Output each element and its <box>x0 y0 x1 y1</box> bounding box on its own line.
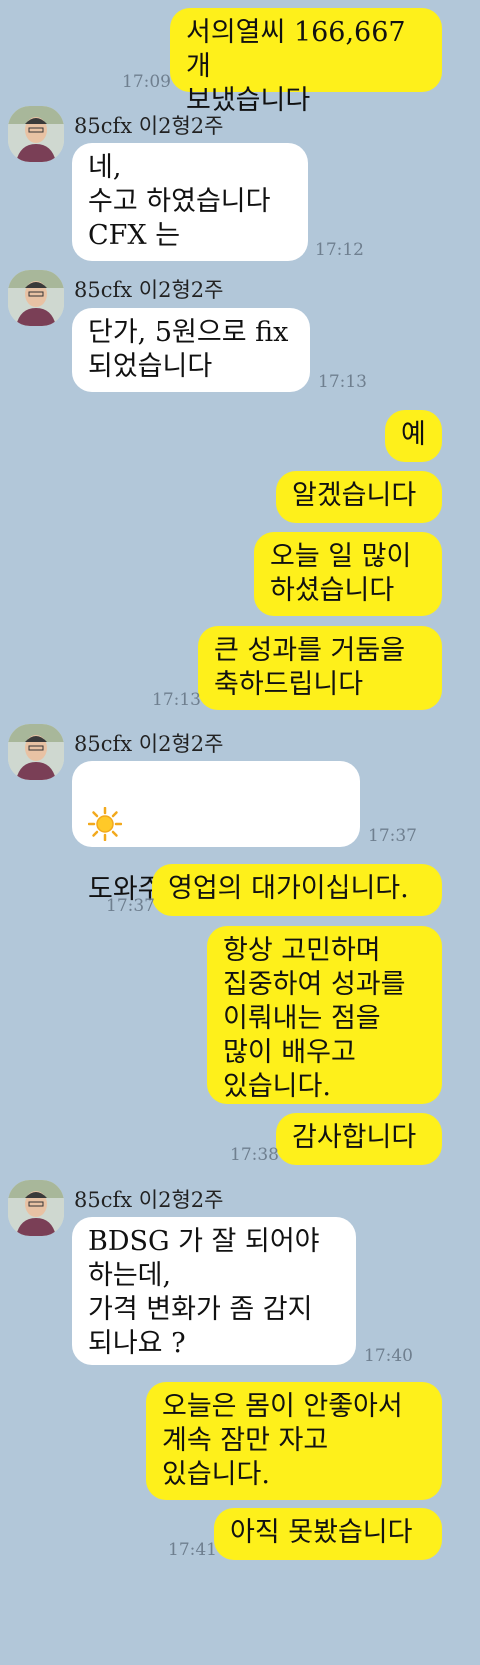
message-bubble[interactable]: 네, 수고 하였습니다 CFX 는 <box>72 143 308 261</box>
sun-icon <box>88 807 122 841</box>
message-time: 17:40 <box>364 1346 413 1366</box>
message-time: 17:12 <box>315 240 364 260</box>
message-bubble[interactable]: BDSG 가 잘 되어야 하는데, 가격 변화가 좀 감지 되나요 ? <box>72 1217 356 1365</box>
avatar[interactable] <box>8 724 64 780</box>
sender-name: 85cfx 이2형2주 <box>74 1188 224 1212</box>
message-time: 17:37 <box>106 896 155 916</box>
message-time: 17:37 <box>368 826 417 846</box>
profile-photo-icon <box>8 270 64 326</box>
message-bubble[interactable]: 감사합니다 <box>276 1113 442 1165</box>
profile-photo-icon <box>8 1180 64 1236</box>
profile-photo-icon <box>8 724 64 780</box>
message-bubble[interactable]: 예 <box>385 410 442 462</box>
message-time: 17:41 <box>168 1540 217 1560</box>
message-bubble[interactable]: 큰 성과를 거둠을 축하드립니다 <box>198 626 442 710</box>
message-time: 17:38 <box>230 1145 279 1165</box>
message-bubble[interactable]: 도와주셔 감사합니다 <box>72 761 360 905</box>
avatar[interactable] <box>8 270 64 326</box>
avatar[interactable] <box>8 1180 64 1236</box>
message-bubble[interactable]: 영업의 대가이십니다. <box>152 864 442 916</box>
sender-name: 85cfx 이2형2주 <box>74 732 224 756</box>
message-bubble[interactable]: 아직 못봤습니다 <box>214 1508 442 1560</box>
message-bubble[interactable]: 단가, 5원으로 fix 되었습니다 <box>72 308 310 392</box>
message-time: 17:09 <box>122 72 171 92</box>
avatar[interactable] <box>8 106 64 162</box>
message-bubble[interactable]: 서의열씨 166,667개 보냈습니다 <box>170 8 442 116</box>
message-bubble[interactable]: 알겠습니다 <box>276 471 442 523</box>
sender-name: 85cfx 이2형2주 <box>74 114 224 138</box>
message-time: 17:13 <box>318 372 367 392</box>
message-bubble[interactable]: 오늘은 몸이 안좋아서 계속 잠만 자고 있습니다. <box>146 1382 442 1500</box>
sender-name: 85cfx 이2형2주 <box>74 278 224 302</box>
message-bubble[interactable]: 오늘 일 많이 하셨습니다 <box>254 532 442 616</box>
message-bubble[interactable]: 항상 고민하며 집중하여 성과를 이뤄내는 점을 많이 배우고 있습니다. <box>207 926 442 1104</box>
profile-photo-icon <box>8 106 64 162</box>
message-time: 17:13 <box>152 690 201 710</box>
